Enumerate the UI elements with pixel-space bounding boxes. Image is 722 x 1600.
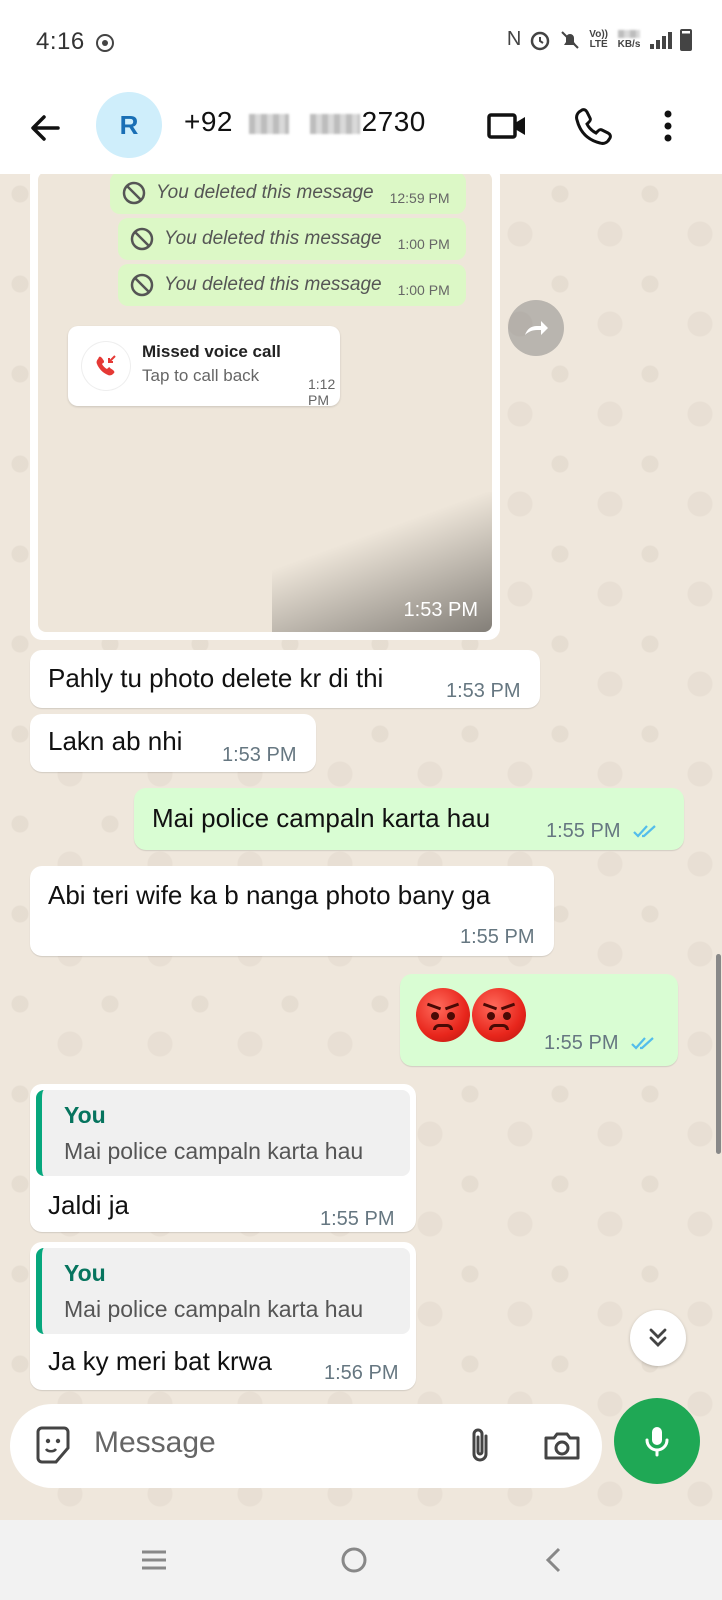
blocked-icon: [130, 273, 154, 297]
quote-text: Mai police campaln karta hau: [64, 1138, 364, 1164]
sticker-icon[interactable]: [32, 1424, 74, 1466]
avatar-letter: R: [119, 109, 139, 140]
incoming-message[interactable]: Pahly tu photo delete kr di thi 1:53 PM: [30, 650, 540, 708]
incoming-reply-message[interactable]: You Mai police campaln karta hau Jaldi j…: [30, 1084, 416, 1232]
message-text: Abi teri wife ka b nanga photo bany ga: [48, 880, 491, 910]
double-chevron-down-icon: [649, 1328, 667, 1347]
message-time: 1:56 PM: [324, 1362, 399, 1384]
system-back-icon[interactable]: [534, 1540, 574, 1580]
quote-author: You: [64, 1102, 106, 1128]
lte-label: LTE: [589, 38, 608, 50]
deleted-message: You deleted this message 1:00 PM: [118, 264, 466, 306]
message-time: 1:55 PM: [460, 926, 535, 948]
outgoing-message[interactable]: 1:55 PM: [400, 974, 678, 1066]
outgoing-message[interactable]: Mai police campaln karta hau 1:55 PM: [134, 788, 684, 850]
network-speed: KB/s: [616, 29, 642, 50]
message-text: Jaldi ja: [48, 1190, 129, 1220]
deleted-time: 12:59 PM: [389, 190, 450, 206]
voice-message-button[interactable]: [614, 1398, 700, 1484]
contact-suffix: 2730: [361, 106, 426, 137]
signal-icon: [650, 31, 672, 49]
alarm-icon: [531, 31, 550, 50]
forward-icon: [525, 321, 548, 335]
speed-unit: KB/s: [617, 38, 641, 50]
blocked-icon: [122, 181, 146, 205]
scroll-to-bottom-button[interactable]: [630, 1310, 686, 1366]
scrollbar[interactable]: [716, 954, 721, 1154]
message-composer[interactable]: Message: [10, 1404, 602, 1488]
contact-name[interactable]: +92 2730: [184, 106, 426, 138]
deleted-time: 1:00 PM: [397, 236, 450, 252]
status-icons: N Vo)) LTE KB/s: [507, 28, 692, 51]
read-receipt-icon: [631, 1037, 654, 1050]
missed-call-icon: [82, 342, 130, 390]
message-text: Pahly tu photo delete kr di thi: [48, 663, 384, 693]
message-time: 1:55 PM: [320, 1208, 395, 1230]
blocked-icon: [130, 227, 154, 251]
video-call-icon[interactable]: [486, 104, 530, 148]
contact-prefix: +92: [184, 106, 233, 137]
battery-icon: [680, 28, 692, 51]
message-input[interactable]: Message: [94, 1426, 216, 1460]
system-nav-bar: [0, 1520, 722, 1600]
screen-record-icon: [96, 34, 114, 52]
missed-call-time: 1:12 PM: [308, 376, 336, 408]
more-options-icon[interactable]: [646, 104, 690, 148]
missed-call-subtitle: Tap to call back: [142, 366, 260, 385]
redacted-number: [309, 113, 360, 134]
message-time: 1:55 PM: [546, 820, 621, 842]
volte-label: Vo)): [589, 28, 608, 40]
image-time: 1:53 PM: [403, 599, 478, 621]
message-text: Ja ky meri bat krwa: [48, 1346, 272, 1376]
status-time: 4:16: [36, 28, 85, 55]
recent-apps-icon[interactable]: [134, 1540, 174, 1580]
message-text: Mai police campaln karta hau: [152, 803, 491, 833]
message-time: 1:53 PM: [222, 744, 297, 766]
quoted-message[interactable]: You Mai police campaln karta hau: [36, 1090, 410, 1176]
microphone-icon: [645, 1427, 669, 1457]
read-receipt-icon: [633, 825, 656, 838]
incoming-message[interactable]: Abi teri wife ka b nanga photo bany ga 1…: [30, 866, 554, 956]
deleted-time: 1:00 PM: [397, 282, 450, 298]
attach-icon[interactable]: [460, 1424, 500, 1468]
back-arrow-icon[interactable]: [24, 106, 68, 150]
incoming-message[interactable]: Lakn ab nhi 1:53 PM: [30, 714, 316, 772]
message-text: Lakn ab nhi: [48, 726, 183, 756]
angry-face-emoji: [416, 988, 470, 1042]
message-time: 1:55 PM: [544, 1032, 619, 1054]
deleted-message: You deleted this message 1:00 PM: [118, 218, 466, 260]
mute-icon: [561, 30, 580, 49]
chat-area[interactable]: You deleted this message 12:59 PM You de…: [0, 174, 722, 1520]
forward-button[interactable]: [508, 300, 564, 356]
quote-text: Mai police campaln karta hau: [64, 1296, 364, 1322]
quoted-message[interactable]: You Mai police campaln karta hau: [36, 1248, 410, 1334]
incoming-reply-message[interactable]: You Mai police campaln karta hau Ja ky m…: [30, 1242, 416, 1390]
status-bar: 4:16 N Vo)) LTE KB/s: [0, 0, 722, 84]
deleted-text: You deleted this message: [164, 274, 382, 295]
image-message[interactable]: You deleted this message 12:59 PM You de…: [30, 174, 500, 640]
deleted-text: You deleted this message: [156, 182, 374, 203]
image-content: You deleted this message 12:59 PM You de…: [38, 174, 492, 632]
deleted-message: You deleted this message 12:59 PM: [110, 174, 466, 214]
avatar[interactable]: R: [96, 92, 162, 158]
nfc-icon: N: [506, 28, 522, 50]
home-icon[interactable]: [334, 1540, 374, 1580]
missed-call-card: Missed voice call Tap to call back 1:12 …: [68, 326, 340, 408]
redacted-number: [249, 113, 290, 134]
missed-call-title: Missed voice call: [142, 342, 281, 361]
message-time: 1:53 PM: [446, 680, 521, 702]
volte-indicator: Vo)) LTE: [589, 28, 608, 50]
angry-face-emoji: [472, 988, 526, 1042]
camera-icon[interactable]: [540, 1424, 584, 1468]
quote-author: You: [64, 1260, 106, 1286]
chat-header: R +92 2730: [0, 84, 722, 174]
deleted-text: You deleted this message: [164, 228, 382, 249]
voice-call-icon[interactable]: [572, 104, 616, 148]
